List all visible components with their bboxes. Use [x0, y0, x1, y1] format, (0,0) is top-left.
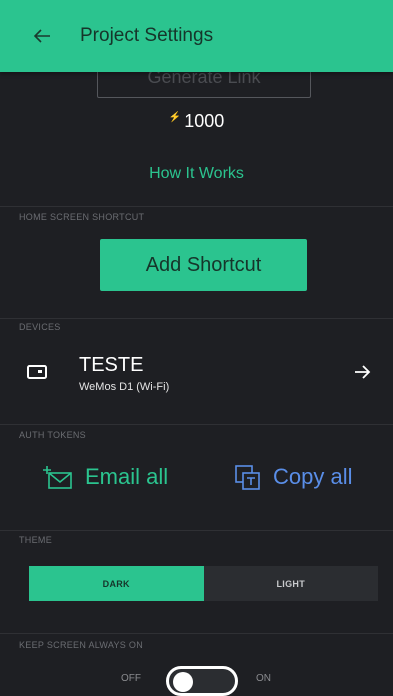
email-icon — [43, 466, 72, 489]
toggle-knob — [173, 672, 193, 692]
energy-icon: ⚡ — [168, 112, 182, 123]
toggle-off-label: OFF — [121, 673, 141, 684]
section-devices: DEVICES — [19, 322, 61, 332]
section-keep-screen-on: KEEP SCREEN ALWAYS ON — [19, 640, 144, 650]
app-bar: Project Settings — [0, 0, 393, 72]
copy-icon — [235, 465, 260, 490]
divider — [0, 633, 393, 634]
theme-option-light[interactable]: LIGHT — [203, 566, 378, 601]
section-home-shortcut: HOME SCREEN SHORTCUT — [19, 212, 145, 222]
email-all-label: Email all — [85, 464, 169, 489]
arrow-right-icon[interactable] — [352, 362, 372, 382]
energy-balance: ⚡ 1000 — [0, 111, 393, 132]
energy-value: 1000 — [184, 111, 225, 131]
theme-option-dark[interactable]: DARK — [29, 566, 204, 601]
theme-selector: DARK LIGHT — [29, 566, 378, 601]
divider — [0, 206, 393, 207]
add-shortcut-button[interactable]: Add Shortcut — [100, 239, 307, 291]
page-title: Project Settings — [80, 25, 214, 46]
copy-all-label: Copy all — [273, 464, 353, 489]
divider — [0, 424, 393, 425]
section-auth-tokens: AUTH TOKENS — [19, 430, 86, 440]
divider — [0, 318, 393, 319]
toggle-on-label: ON — [256, 673, 271, 684]
email-all-button[interactable]: Email all — [41, 455, 168, 499]
device-name: TESTE — [79, 354, 144, 376]
section-theme: THEME — [19, 535, 52, 545]
divider — [0, 530, 393, 531]
device-model: WeMos D1 (Wi-Fi) — [79, 381, 170, 393]
keep-screen-toggle[interactable] — [166, 666, 238, 696]
keep-screen-toggle-row: OFF ON — [0, 664, 393, 696]
copy-all-button[interactable]: Copy all — [233, 455, 352, 499]
device-icon — [27, 365, 47, 379]
how-it-works-link[interactable]: How It Works — [0, 165, 393, 183]
arrow-left-icon[interactable] — [22, 16, 62, 56]
device-row[interactable]: TESTE WeMos D1 (Wi-Fi) — [0, 348, 393, 408]
